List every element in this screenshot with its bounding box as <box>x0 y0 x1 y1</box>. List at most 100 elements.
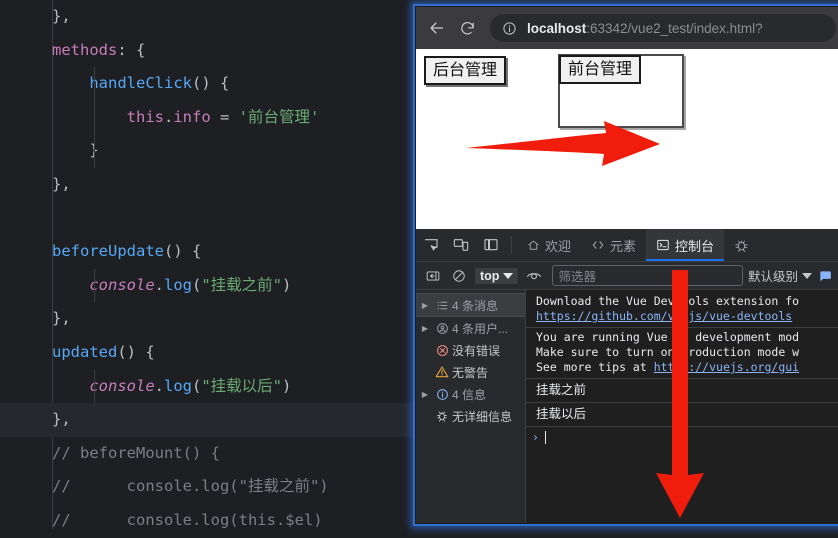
verbose-icon <box>432 409 452 423</box>
tab-welcome[interactable]: 欢迎 <box>517 229 581 261</box>
url-path: :63342/vue2_test/index.html? <box>586 20 763 36</box>
browser-toolbar[interactable]: localhost:63342/vue2_test/index.html? <box>416 7 838 49</box>
chevron-right-icon[interactable]: ▶ <box>418 390 432 399</box>
code-token: this <box>126 107 164 126</box>
console-sidebar-item-label: 无详细信息 <box>452 409 513 424</box>
console-sidebar-item-label: 4 条用户... <box>452 321 509 336</box>
code-token: ( <box>192 275 202 294</box>
code-token: . <box>154 275 164 294</box>
code-token: "挂载以后" <box>201 376 283 395</box>
code-token: ( <box>192 376 202 395</box>
code-token: log <box>164 275 192 294</box>
context-selector[interactable]: top <box>475 267 519 284</box>
tab-console[interactable]: 控制台 <box>646 229 725 261</box>
tab-sources-bug[interactable] <box>724 229 759 261</box>
home-icon <box>527 239 540 252</box>
code-token: () { <box>117 342 155 361</box>
console-sidebar-item-label: 4 信息 <box>452 387 487 402</box>
device-toolbar-icon[interactable] <box>446 229 476 261</box>
filter-input[interactable]: 筛选器 <box>552 265 743 286</box>
log-level-selector[interactable]: 默认级别 <box>748 266 812 285</box>
browser-window[interactable]: localhost:63342/vue2_test/index.html? 后台… <box>413 4 838 526</box>
url-text[interactable]: localhost:63342/vue2_test/index.html? <box>527 21 763 36</box>
code-token: . <box>163 107 174 126</box>
bug-icon <box>734 238 749 253</box>
panel-layout-icon[interactable] <box>476 229 506 261</box>
console-sidebar-item[interactable]: 无警告 <box>416 361 525 383</box>
code-token: handleClick <box>89 74 192 93</box>
console-body[interactable]: ▶ 4 条消息 ▶ 4 条用户... 没有错误 无警告 ▶ 4 信息 无详细信息 Downloa… <box>416 290 838 523</box>
prompt-symbol: › <box>532 430 539 444</box>
devtools-panel[interactable]: 欢迎 元素 控制台 top 筛选器 默认级别 ▶ 4 条消息 ▶ 4 条用户..… <box>416 229 838 523</box>
log-text-pre: See more tips at <box>536 360 654 374</box>
error-icon <box>432 344 452 357</box>
chevron-right-icon[interactable]: ▶ <box>418 324 432 333</box>
code-token: }, <box>52 7 71 25</box>
code-token: "挂载之前" <box>201 275 283 294</box>
text-cursor <box>544 430 546 444</box>
tab-elements[interactable]: 元素 <box>581 229 646 261</box>
red-arrow-down <box>656 270 704 518</box>
code-token: console <box>89 275 155 294</box>
console-settings-icon[interactable] <box>812 265 838 287</box>
indent-guide <box>94 268 95 303</box>
inspect-icon[interactable] <box>416 229 446 261</box>
code-token: // console.log("挂载之前") <box>52 477 329 496</box>
code-token: }, <box>52 174 71 193</box>
indent-guide <box>94 369 95 404</box>
code-token: methods <box>52 40 118 59</box>
log-level-value: 默认级别 <box>747 270 798 284</box>
clear-console-icon[interactable] <box>446 265 472 287</box>
chevron-down-icon <box>802 272 812 279</box>
code-token: console <box>89 376 155 395</box>
code-token: // beforeMount() { <box>52 443 220 462</box>
code-token: ) <box>282 376 292 395</box>
code-token: info <box>173 107 211 126</box>
tab-welcome-label: 欢迎 <box>545 238 572 254</box>
code-token: ) <box>282 275 292 294</box>
code-token: '前台管理' <box>238 107 320 126</box>
url-host: localhost <box>527 20 587 36</box>
console-sidebar-item[interactable]: ▶ 4 信息 <box>416 383 525 405</box>
toolbar-divider <box>511 236 512 254</box>
address-bar[interactable]: localhost:63342/vue2_test/index.html? <box>490 14 836 42</box>
backend-admin-button[interactable]: 后台管理 <box>424 56 507 85</box>
reload-icon[interactable] <box>452 13 482 43</box>
code-token: }, <box>52 410 71 429</box>
code-token: = <box>210 107 239 126</box>
frontend-admin-button[interactable]: 前台管理 <box>559 55 642 84</box>
console-sidebar-item-label: 无警告 <box>452 365 489 380</box>
chevron-down-icon <box>503 272 514 279</box>
devtools-tabbar[interactable]: 欢迎 元素 控制台 <box>416 229 838 262</box>
code-token: () { <box>191 74 230 93</box>
code-token: }, <box>52 309 71 328</box>
code-icon <box>591 238 605 252</box>
console-sidebar-item-label: 没有错误 <box>452 343 501 358</box>
console-sidebar-item[interactable]: ▶ 4 条用户... <box>416 317 525 339</box>
context-value: top <box>480 268 500 283</box>
chevron-right-icon[interactable]: ▶ <box>418 301 432 310</box>
tab-elements-label: 元素 <box>610 238 637 254</box>
site-info-icon[interactable] <box>500 19 518 37</box>
console-toolbar[interactable]: top 筛选器 默认级别 <box>416 262 838 290</box>
warning-icon <box>432 365 452 379</box>
sidebar-toggle-icon[interactable] <box>420 265 446 287</box>
code-token: // console.log(this.$el) <box>52 510 323 529</box>
info-icon <box>432 388 452 401</box>
console-sidebar-item[interactable]: ▶ 4 条消息 <box>416 293 525 317</box>
tab-console-label: 控制台 <box>675 238 715 254</box>
console-sidebar-item[interactable]: 无详细信息 <box>416 405 525 427</box>
code-token: () { <box>163 242 202 261</box>
code-token: : { <box>117 40 146 59</box>
console-sidebar[interactable]: ▶ 4 条消息 ▶ 4 条用户... 没有错误无警告 ▶ 4 信息无详细信息 <box>416 290 526 523</box>
code-token: updated <box>52 342 118 361</box>
console-sidebar-item[interactable]: 没有错误 <box>416 339 525 361</box>
console-sidebar-item-label: 4 条消息 <box>452 298 499 313</box>
live-expression-icon[interactable] <box>521 265 547 287</box>
code-token: log <box>164 376 192 395</box>
code-token: . <box>154 376 164 395</box>
back-icon[interactable] <box>422 13 452 43</box>
messages-icon <box>432 299 452 312</box>
red-arrow-right <box>466 121 660 166</box>
indent-guide <box>94 67 95 168</box>
